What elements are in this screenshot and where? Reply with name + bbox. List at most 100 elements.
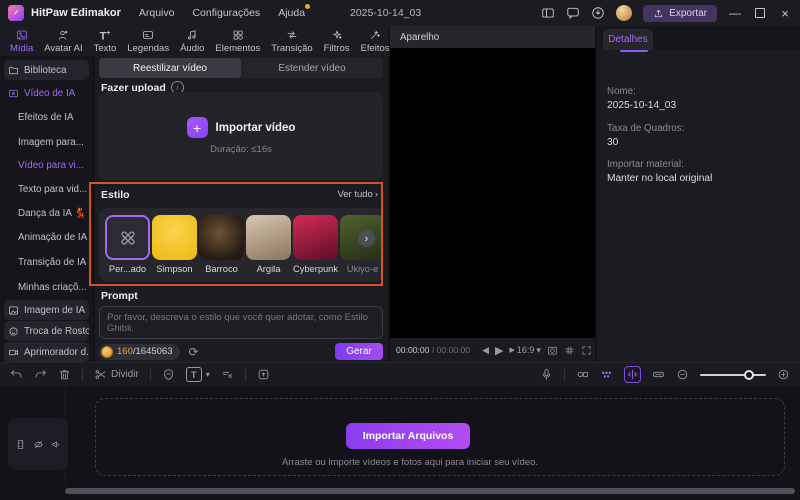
refresh-icon[interactable]: ⟳ bbox=[188, 345, 198, 359]
sidebar-item-video-para-video[interactable]: Vídeo para vi... bbox=[14, 155, 92, 175]
sidebar-item-animacao-de-ia[interactable]: Animação de IA bbox=[14, 227, 92, 247]
style-tile-argila[interactable] bbox=[246, 215, 291, 260]
close-button[interactable]: × bbox=[778, 5, 792, 21]
generate-button[interactable]: Gerar bbox=[335, 343, 383, 360]
auto-ripple-button[interactable] bbox=[600, 368, 613, 381]
details-panel: Detalhes Nome: 2025-10-14_03 Taxa de Qua… bbox=[597, 26, 800, 362]
tab-audio[interactable]: Áudio bbox=[175, 26, 209, 56]
style-section-title: Estilo bbox=[101, 189, 130, 201]
zoom-slider[interactable] bbox=[700, 369, 766, 380]
tab-efeitos[interactable]: Efeitos bbox=[356, 26, 395, 56]
zoom-slider-handle[interactable] bbox=[744, 369, 754, 380]
maximize-button[interactable] bbox=[753, 5, 767, 21]
quality-shield-button[interactable] bbox=[162, 368, 175, 381]
undo-button[interactable] bbox=[10, 368, 23, 381]
style-tile-personalizado[interactable] bbox=[105, 215, 150, 260]
prompt-input[interactable] bbox=[99, 306, 383, 339]
link-clips-button[interactable] bbox=[576, 368, 589, 381]
zoom-in-button[interactable] bbox=[777, 368, 790, 381]
tab-detalhes[interactable]: Detalhes bbox=[603, 29, 653, 52]
ribbon: Mídia Avatar AI T+ Texto Legendas Áudio … bbox=[0, 26, 390, 56]
feedback-icon[interactable] bbox=[566, 6, 580, 20]
player-controls: 00:00:00 / 00:00:00 ◀ ▶ ▶ 16:9 ▾ bbox=[390, 338, 595, 362]
face-swap-icon bbox=[9, 326, 18, 336]
preview-panel: Aparelho 00:00:00 / 00:00:00 ◀ ▶ ▶ 16:9 … bbox=[390, 26, 595, 362]
upload-dropzone[interactable]: + Importar vídeo Duração: ≤16s bbox=[99, 92, 383, 180]
upload-track-button[interactable] bbox=[257, 368, 270, 381]
sidebar-item-imagem-para[interactable]: Imagem para... bbox=[14, 132, 92, 152]
tab-elementos[interactable]: Elementos bbox=[210, 26, 265, 56]
text-template-button[interactable]: T ▾ bbox=[185, 367, 210, 382]
chevron-right-icon: › bbox=[374, 189, 378, 200]
menu-configuracoes[interactable]: Configurações bbox=[192, 7, 260, 19]
audio-icon bbox=[188, 29, 196, 40]
tab-midia[interactable]: Mídia bbox=[5, 26, 38, 56]
fullscreen-button[interactable] bbox=[581, 345, 592, 356]
sidebar-item-aprimorador[interactable]: Aprimorador d... bbox=[4, 342, 89, 362]
record-mic-button[interactable] bbox=[540, 368, 553, 381]
tab-texto[interactable]: T+ Texto bbox=[89, 26, 122, 56]
avatar-ai-icon bbox=[59, 30, 69, 39]
sidebar-item-danca-da-ia[interactable]: Dança da IA 💃 bbox=[14, 203, 92, 223]
track-header bbox=[8, 418, 68, 470]
zoom-out-button[interactable] bbox=[676, 368, 689, 381]
download-icon[interactable] bbox=[591, 6, 605, 20]
sidebar-item-imagem-de-ia[interactable]: Imagem de IA bbox=[4, 300, 89, 320]
delete-button[interactable] bbox=[58, 368, 71, 381]
tab-reestilizar-video[interactable]: Reestilizar vídeo bbox=[99, 58, 241, 78]
speaker-icon[interactable] bbox=[51, 439, 62, 450]
snapshot-button[interactable] bbox=[547, 345, 558, 356]
bandage-icon bbox=[120, 230, 135, 245]
aspect-ratio-dropdown[interactable]: ▶ 16:9 ▾ bbox=[509, 345, 540, 356]
transition-icon bbox=[287, 30, 297, 39]
tab-avatar-ai[interactable]: Avatar AI bbox=[39, 26, 87, 56]
media-icon bbox=[16, 30, 27, 39]
app-name: HitPaw Edimakor bbox=[31, 7, 121, 19]
trim-mode-button[interactable] bbox=[624, 366, 641, 383]
coin-icon bbox=[101, 345, 113, 358]
style-tile-cyberpunk[interactable] bbox=[293, 215, 338, 260]
playback-icon: ▶ bbox=[509, 347, 515, 354]
redo-button[interactable] bbox=[34, 368, 47, 381]
sidebar-item-minhas-criacoes[interactable]: Minhas criaçõ... bbox=[14, 277, 92, 297]
sidebar-item-texto-para-video[interactable]: Texto para vid... bbox=[14, 179, 92, 199]
enhancer-icon bbox=[9, 349, 18, 355]
tab-legendas[interactable]: Legendas bbox=[122, 26, 174, 56]
tab-filtros[interactable]: Filtros bbox=[319, 26, 355, 56]
prev-frame-button[interactable]: ◀ bbox=[482, 345, 489, 356]
menu-ajuda[interactable]: Ajuda bbox=[278, 4, 311, 19]
sidebar-item-transicao-de-ia[interactable]: Transição de IA bbox=[14, 252, 92, 272]
style-tile-simpson[interactable] bbox=[152, 215, 197, 260]
credits-badge: 160/1645063 bbox=[99, 343, 181, 360]
clear-text-button[interactable] bbox=[221, 368, 234, 381]
edit-toolbar: Dividir T ▾ bbox=[0, 362, 800, 386]
sidebar-item-troca-de-rostos[interactable]: Troca de Rostos bbox=[4, 321, 89, 341]
tab-transicao[interactable]: Transição bbox=[266, 26, 317, 56]
menu-arquivo[interactable]: Arquivo bbox=[139, 7, 175, 19]
track-height-button[interactable] bbox=[652, 368, 665, 381]
drop-hint-text: Arraste ou importe vídeos e fotos aqui p… bbox=[281, 457, 539, 468]
time-display: 00:00:00 / 00:00:00 bbox=[396, 345, 471, 355]
plus-icon[interactable]: + bbox=[186, 117, 208, 138]
layout-icon[interactable] bbox=[541, 6, 555, 20]
style-list: Per...ado Simpson Barroco Argila Cyberpu… bbox=[99, 208, 383, 282]
export-button[interactable]: Exportar bbox=[643, 4, 717, 22]
tab-estender-video[interactable]: Estender vídeo bbox=[241, 58, 383, 78]
preview-header: Aparelho bbox=[390, 26, 595, 48]
play-button[interactable]: ▶ bbox=[495, 344, 503, 357]
sidebar-item-video-de-ia[interactable]: Vídeo de IA bbox=[4, 83, 89, 103]
timeline-area: Importar Arquivos Arraste ou importe víd… bbox=[0, 386, 800, 500]
import-files-button[interactable]: Importar Arquivos bbox=[346, 423, 470, 449]
see-all-link[interactable]: Ver tudo › bbox=[337, 189, 378, 200]
eye-off-icon[interactable] bbox=[33, 439, 44, 450]
avatar[interactable] bbox=[616, 5, 633, 21]
sidebar-item-efeitos-de-ia[interactable]: Efeitos de IA bbox=[14, 107, 92, 127]
grid-button[interactable] bbox=[564, 345, 575, 356]
split-button[interactable]: Dividir bbox=[94, 368, 139, 381]
style-scroll-right-button[interactable]: › bbox=[358, 230, 375, 247]
horizontal-scrollbar[interactable] bbox=[65, 488, 795, 494]
main-panel: Reestilizar vídeo Estender vídeo Fazer u… bbox=[95, 56, 388, 362]
minimize-button[interactable]: — bbox=[728, 5, 742, 21]
sidebar-item-biblioteca[interactable]: Biblioteca bbox=[4, 60, 89, 80]
style-tile-barroco[interactable] bbox=[199, 215, 244, 260]
